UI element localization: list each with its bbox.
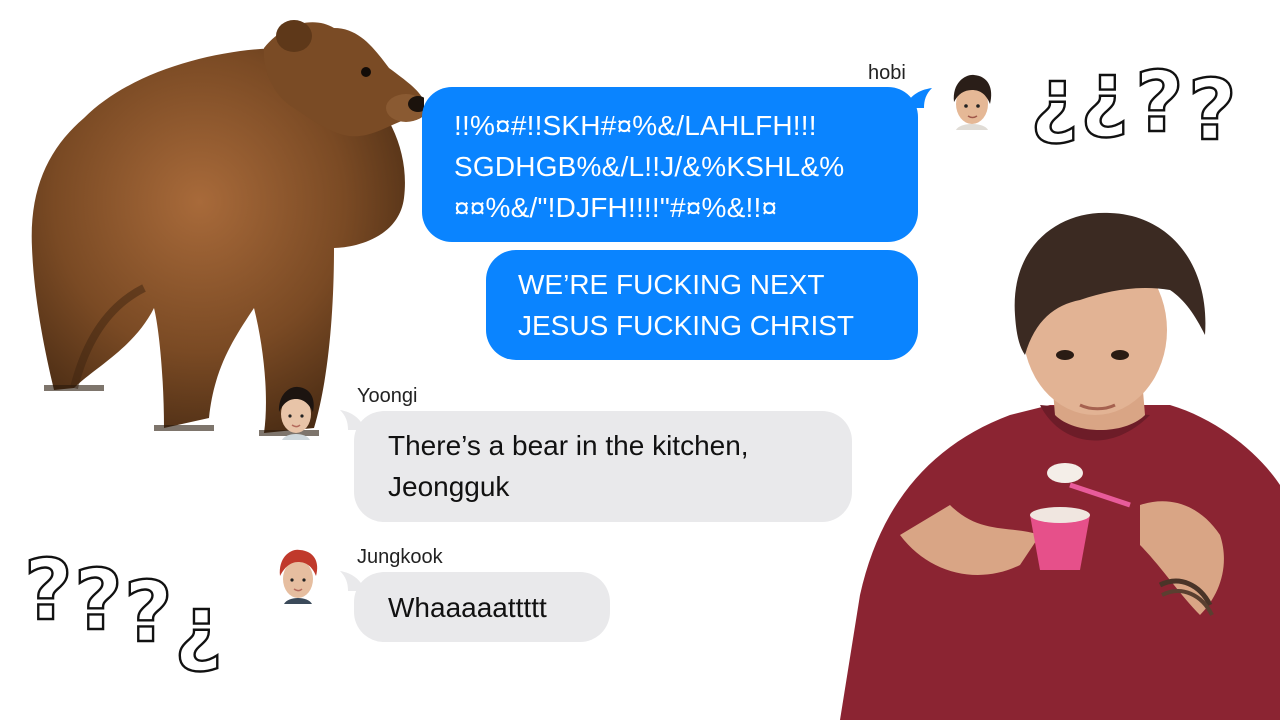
- message-bubble-outgoing: WE’RE FUCKING NEXT JESUS FUCKING CHRIST: [486, 250, 918, 360]
- sender-name-hobi: hobi: [868, 62, 906, 84]
- question-mark: ?: [123, 563, 174, 661]
- message-line: SGDHGB%&/L!!J/&%KSHL&%: [454, 151, 845, 182]
- message-line: There’s a bear in the kitchen,: [388, 430, 749, 461]
- message-line: Whaaaaattttt: [388, 592, 547, 623]
- message-line: !!%¤#!!SKH#¤%&/LAHLFH!!!: [454, 110, 817, 141]
- question-mark: ?: [1187, 61, 1238, 159]
- question-marks-bottom: ? ? ? ¿: [23, 541, 244, 678]
- message-line: WE’RE FUCKING NEXT: [518, 269, 825, 300]
- bubble-tail: [904, 88, 932, 108]
- sender-name-yoongi: Yoongi: [357, 385, 418, 407]
- avatar-jungkook[interactable]: [270, 546, 326, 606]
- inverted-question-mark: ¿: [1029, 49, 1080, 147]
- question-mark: ?: [1134, 53, 1185, 151]
- message-line: JESUS FUCKING CHRIST: [518, 310, 855, 341]
- message-bubble-outgoing: !!%¤#!!SKH#¤%&/LAHLFH!!! SGDHGB%&/L!!J/&…: [422, 87, 918, 242]
- question-marks-top: ¿ ¿ ? ?: [1029, 40, 1250, 159]
- message-bubble-incoming: Whaaaaattttt: [354, 572, 610, 642]
- inverted-question-mark: ¿: [173, 577, 224, 675]
- question-mark: ?: [23, 541, 74, 639]
- message-line: ¤¤%&/"!DJFH!!!!"#¤%&!!¤: [454, 192, 778, 223]
- question-mark: ?: [73, 551, 124, 649]
- avatar-hobi[interactable]: [944, 72, 1000, 132]
- message-line: Jeongguk: [388, 471, 510, 502]
- bubble-tail: [340, 410, 366, 430]
- avatar-yoongi[interactable]: [268, 382, 324, 442]
- message-bubble-incoming: There’s a bear in the kitchen, Jeongguk: [354, 411, 852, 522]
- bear-illustration: [31, 20, 424, 436]
- bubble-tail: [340, 571, 366, 591]
- inverted-question-mark: ¿: [1079, 43, 1130, 141]
- sender-name-jungkook: Jungkook: [357, 546, 443, 568]
